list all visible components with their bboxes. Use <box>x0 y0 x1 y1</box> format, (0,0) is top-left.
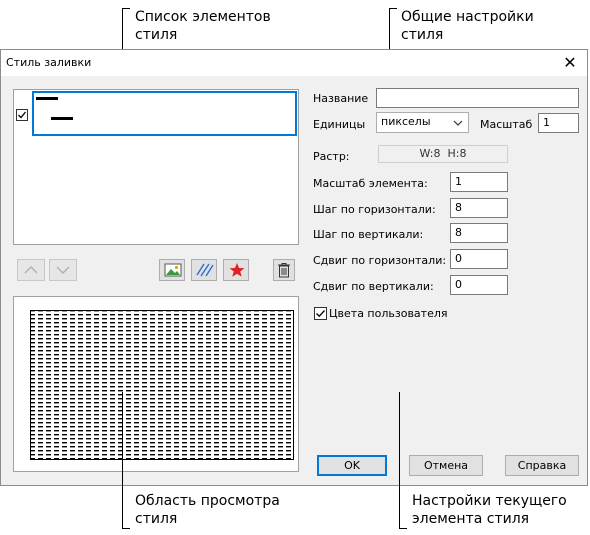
image-icon <box>164 263 182 277</box>
user-colors-checkbox[interactable] <box>314 307 327 320</box>
scale-input[interactable]: 1 <box>538 113 579 133</box>
name-label: Название <box>313 92 369 105</box>
v-shift-input[interactable]: 0 <box>450 275 508 295</box>
h-step-input[interactable]: 8 <box>450 198 508 218</box>
delete-element-button[interactable] <box>273 259 295 281</box>
trash-icon <box>278 263 290 278</box>
elements-list-selected[interactable] <box>32 91 297 136</box>
ok-button[interactable]: OK <box>317 455 387 476</box>
v-step-label: Шаг по вертикали: <box>313 228 424 241</box>
h-shift-input[interactable]: 0 <box>450 249 508 269</box>
add-image-button[interactable] <box>159 259 185 281</box>
elements-list-panel <box>13 89 299 245</box>
callout-general-settings-tick <box>389 8 397 9</box>
units-select[interactable]: пикселы <box>376 112 469 133</box>
element-checkbox[interactable] <box>16 109 28 121</box>
move-up-button[interactable] <box>17 259 45 281</box>
titlebar: Стиль заливки ✕ <box>1 50 587 76</box>
units-select-value: пикселы <box>381 115 431 128</box>
raster-label: Растр: <box>313 150 350 163</box>
help-button[interactable]: Справка <box>505 455 579 476</box>
element-dash-top <box>36 97 58 100</box>
h-step-label: Шаг по горизонтали: <box>313 203 436 216</box>
v-step-input[interactable]: 8 <box>450 223 508 243</box>
scale-label: Масштаб <box>480 118 533 131</box>
callout-current-element-settings-line1: Настройки текущего <box>412 493 567 509</box>
raster-value: W:8 H:8 <box>419 147 467 160</box>
chevron-up-icon <box>24 265 38 274</box>
callout-elements-list: Список элементов стиля <box>135 8 271 44</box>
name-input[interactable] <box>376 88 579 108</box>
element-scale-input[interactable]: 1 <box>450 172 508 192</box>
chevron-down-icon <box>453 120 463 126</box>
callout-element-settings-leader <box>399 392 400 529</box>
callout-general-settings: Общие настройки стиля <box>401 8 534 44</box>
callout-preview-area: Область просмотра стиля <box>135 492 280 528</box>
callout-current-element-settings: Настройки текущего элемента стиля <box>412 492 567 528</box>
hatch-icon <box>196 263 214 277</box>
star-icon <box>229 263 245 277</box>
chevron-down-icon <box>56 266 70 275</box>
callout-general-settings-line1: Общие настройки <box>401 9 534 25</box>
check-icon <box>18 111 27 119</box>
h-shift-label: Сдвиг по горизонтали: <box>313 254 447 267</box>
callout-elements-list-line1: Список элементов <box>135 9 271 25</box>
move-down-button[interactable] <box>49 259 77 281</box>
preview-panel <box>13 296 299 472</box>
callout-preview-leader <box>122 392 123 529</box>
add-hatch-button[interactable] <box>191 259 217 281</box>
add-symbol-button[interactable] <box>223 259 249 281</box>
callout-preview-area-line2: стиля <box>135 511 178 527</box>
raster-value-box: W:8 H:8 <box>378 145 508 163</box>
check-icon <box>316 310 325 318</box>
callout-element-settings-tick <box>399 528 407 529</box>
callout-elements-list-line2: стиля <box>135 27 178 43</box>
user-colors-label: Цвета пользователя <box>329 307 448 320</box>
callout-preview-area-line1: Область просмотра <box>135 493 280 509</box>
units-label: Единицы <box>313 118 366 131</box>
ok-button-label: OK <box>344 459 360 472</box>
preview-pattern <box>30 310 294 460</box>
v-shift-label: Сдвиг по вертикали: <box>313 280 434 293</box>
callout-preview-tick <box>122 528 130 529</box>
callout-elements-list-tick <box>122 8 130 9</box>
cancel-button[interactable]: Отмена <box>409 455 483 476</box>
close-icon[interactable]: ✕ <box>559 52 581 74</box>
element-dash-bottom <box>51 117 73 120</box>
callout-current-element-settings-line2: элемента стиля <box>412 511 530 527</box>
cancel-button-label: Отмена <box>423 459 469 472</box>
callout-general-settings-line2: стиля <box>401 27 444 43</box>
dialog-title: Стиль заливки <box>6 56 92 69</box>
help-button-label: Справка <box>517 459 567 472</box>
element-scale-label: Масштаб элемента: <box>313 177 428 190</box>
fill-style-dialog: Стиль заливки ✕ Название Единицы пикселы… <box>0 49 588 486</box>
